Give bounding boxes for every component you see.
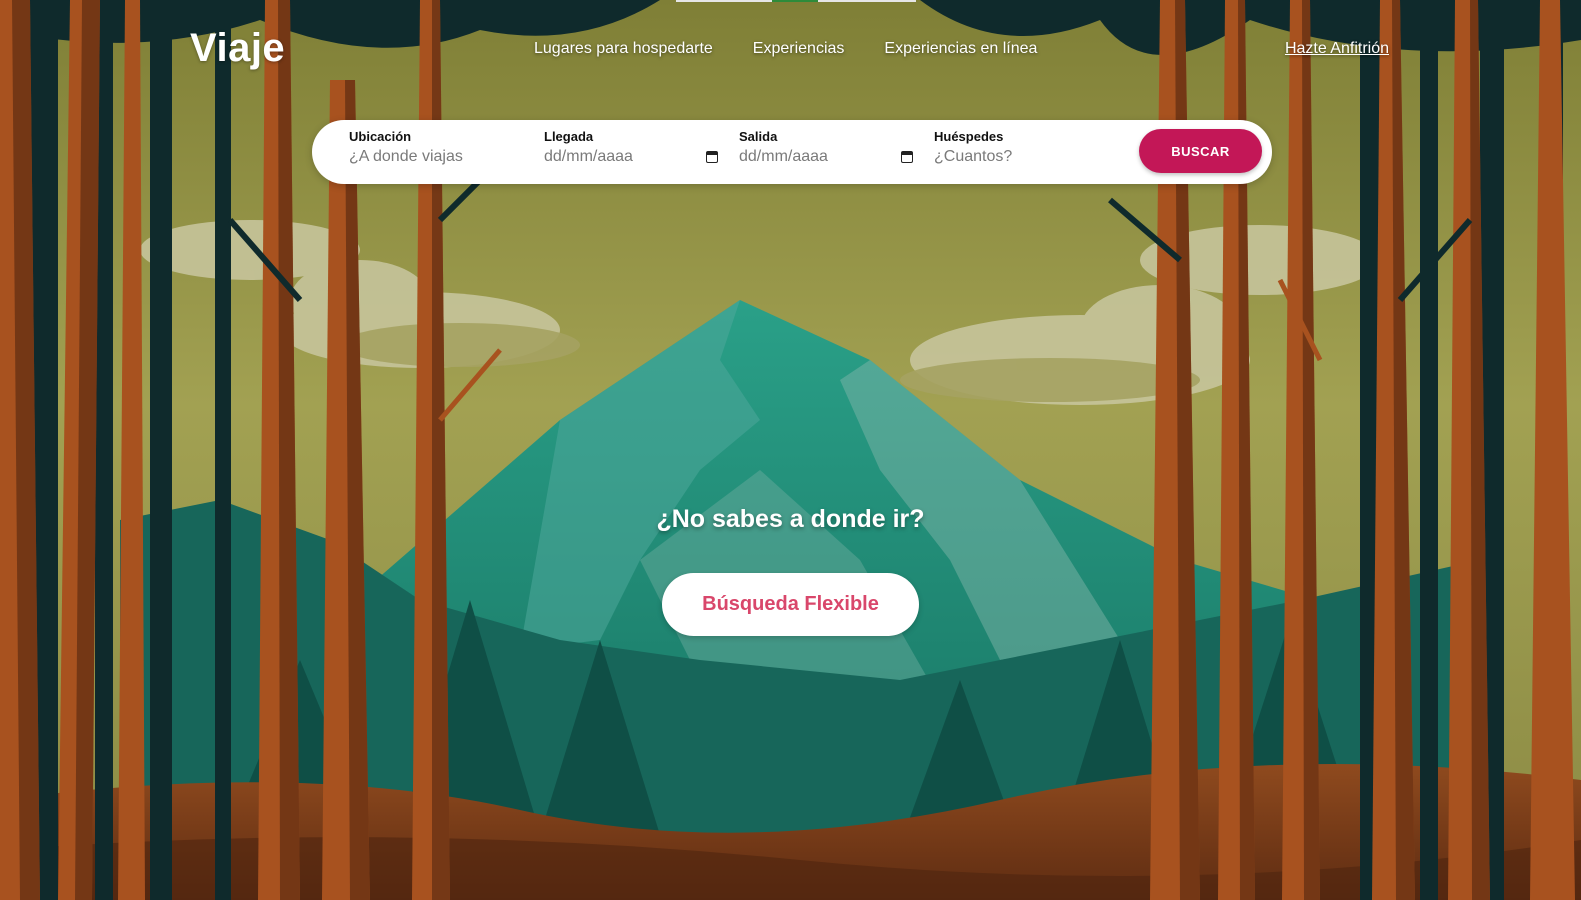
- checkin-field: Llegada: [544, 129, 718, 175]
- main-nav: Lugares para hospedarte Experiencias Exp…: [534, 40, 1077, 58]
- checkout-label: Salida: [739, 129, 778, 144]
- guests-label: Huéspedes: [934, 129, 1004, 144]
- calendar-icon[interactable]: [706, 151, 718, 163]
- checkin-input[interactable]: [544, 148, 684, 166]
- location-field: Ubicación: [349, 129, 529, 175]
- location-input[interactable]: [349, 148, 519, 166]
- flexible-search-button[interactable]: Búsqueda Flexible: [662, 573, 919, 636]
- checkout-input[interactable]: [739, 148, 879, 166]
- hero-question: ¿No sabes a donde ir?: [656, 505, 925, 533]
- nav-item-experiencias[interactable]: Experiencias: [753, 40, 845, 58]
- guests-input[interactable]: [934, 148, 1104, 166]
- guests-field: Huéspedes: [934, 129, 1114, 175]
- search-button[interactable]: BUSCAR: [1139, 129, 1262, 173]
- calendar-icon[interactable]: [901, 151, 913, 163]
- host-link[interactable]: Hazte Anfitrión: [1285, 40, 1389, 58]
- brand-logo[interactable]: Viaje: [190, 26, 285, 71]
- checkin-label: Llegada: [544, 129, 594, 144]
- search-bar: Ubicación Llegada Salida Huéspedes BUSCA…: [312, 120, 1272, 184]
- nav-item-lugares[interactable]: Lugares para hospedarte: [534, 40, 713, 58]
- location-label: Ubicación: [349, 129, 412, 144]
- top-accent-strip: [676, 0, 916, 2]
- checkout-field: Salida: [739, 129, 913, 175]
- nav-item-experiencias-en-linea[interactable]: Experiencias en línea: [884, 40, 1037, 58]
